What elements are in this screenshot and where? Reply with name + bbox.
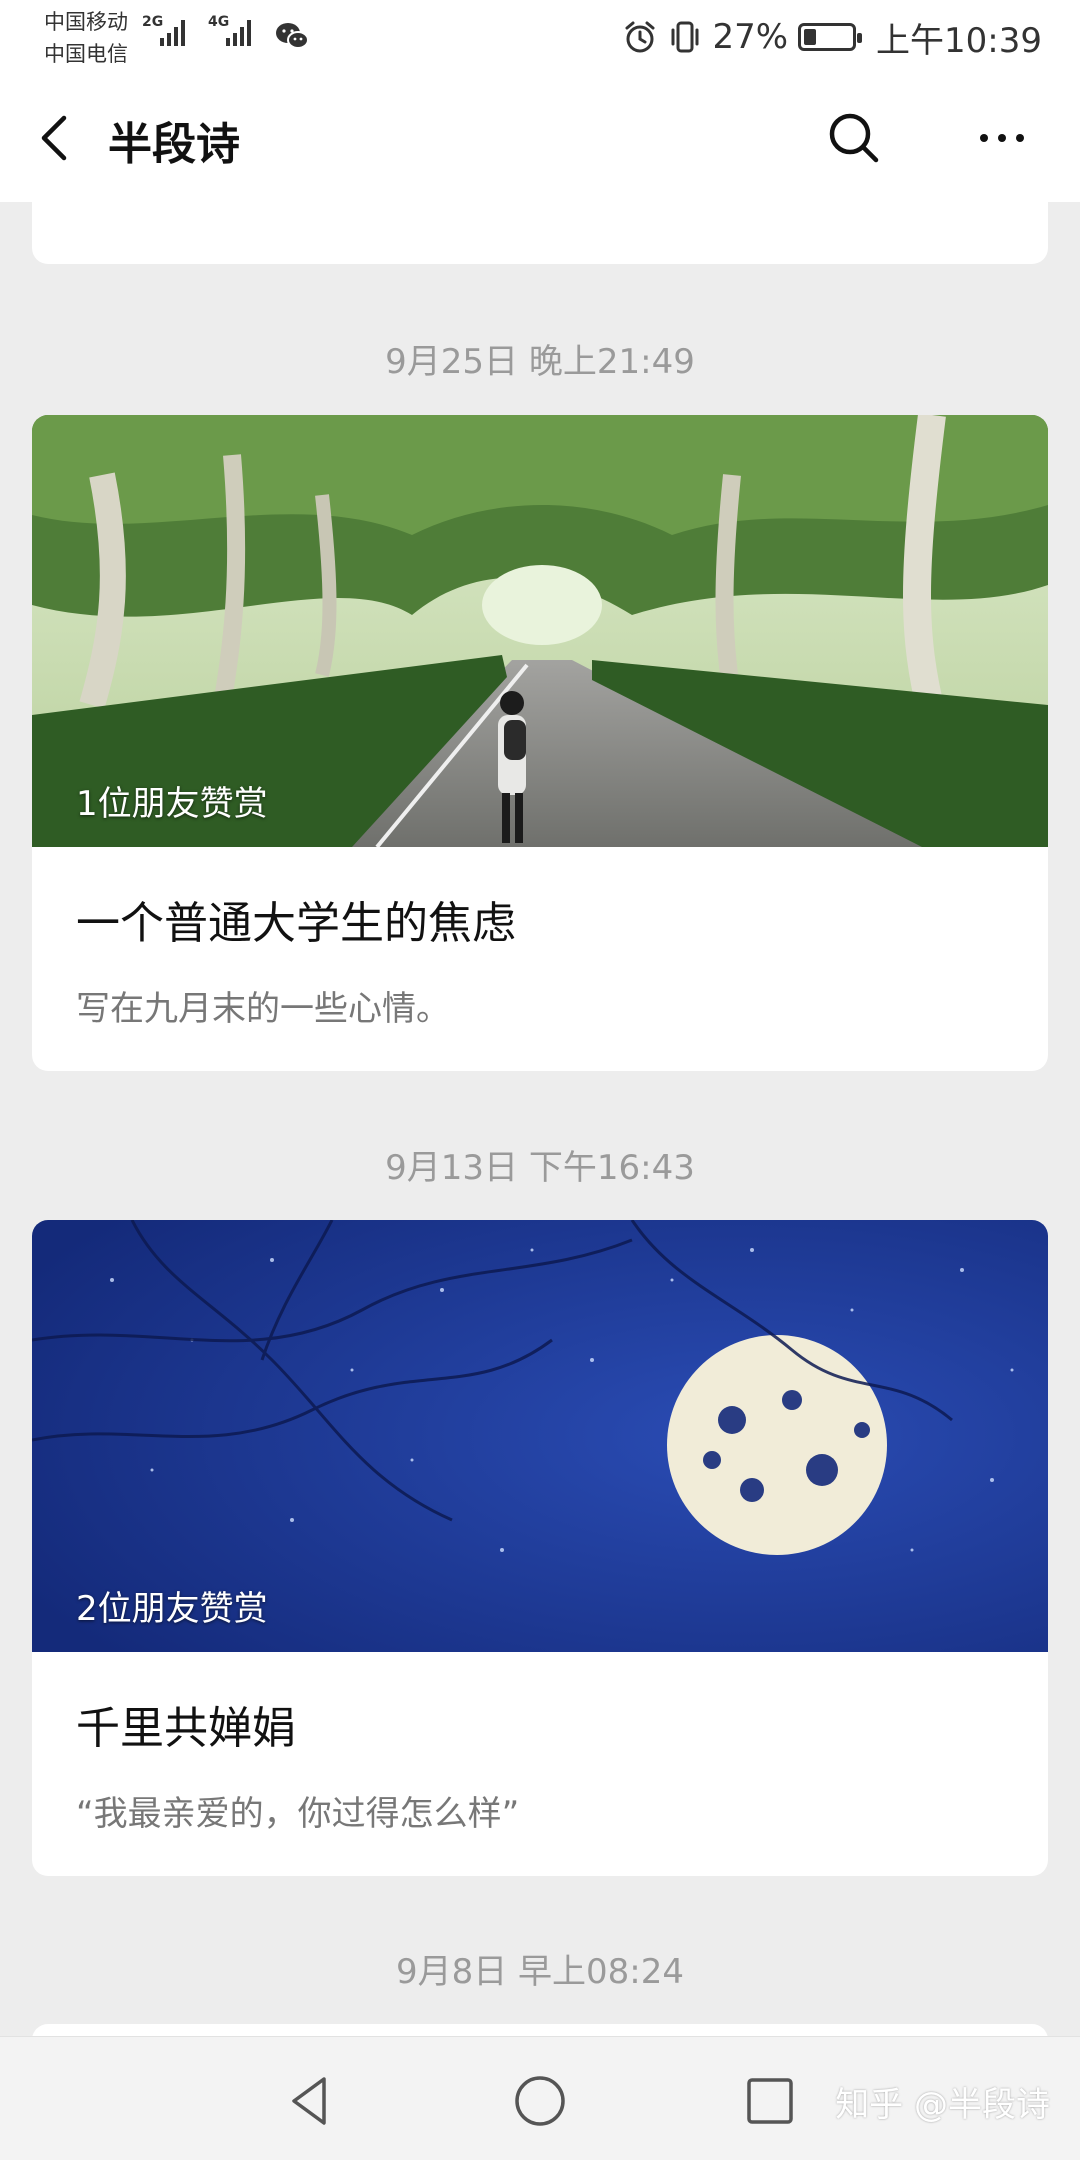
wechat-icon bbox=[276, 23, 309, 49]
carrier-2: 中国电信 bbox=[44, 42, 128, 66]
nav-back-icon[interactable] bbox=[280, 2071, 340, 2131]
date-label: 9月8日 早上08:24 bbox=[395, 1952, 685, 1992]
article-feed: 9月25日 晚上21:49 1位朋友赞赏 一个普通大学生的焦虑 写在九月末的一些… bbox=[0, 202, 1080, 2036]
battery-icon bbox=[798, 23, 863, 51]
article-summary: 写在九月末的一些心情。 bbox=[76, 989, 450, 1029]
signal-bars-icon bbox=[226, 20, 251, 46]
article-title: 千里共婵娟 bbox=[76, 1703, 296, 1754]
back-icon[interactable] bbox=[34, 110, 74, 166]
status-bar: 中国移动 中国电信 2G 4G 27% 上午10:39 bbox=[0, 0, 1080, 74]
article-cover-image: 2位朋友赞赏 bbox=[32, 1220, 1048, 1652]
carrier-1: 中国移动 bbox=[44, 10, 128, 34]
date-label: 9月25日 晚上21:49 bbox=[385, 342, 695, 382]
article-card[interactable]: 2位朋友赞赏 千里共婵娟 “我最亲爱的，你过得怎么样” bbox=[32, 1220, 1048, 1876]
more-icon[interactable] bbox=[972, 108, 1032, 168]
article-card[interactable]: 1位朋友赞赏 一个普通大学生的焦虑 写在九月末的一些心情。 bbox=[32, 415, 1048, 1071]
carrier-list: 中国移动 中国电信 bbox=[44, 6, 128, 70]
appreciation-count: 2位朋友赞赏 bbox=[76, 1589, 268, 1629]
page-title: 半段诗 bbox=[108, 119, 240, 170]
nav-home-icon[interactable] bbox=[510, 2071, 570, 2131]
watermark: 知乎 @半段诗 bbox=[835, 2085, 1050, 2125]
vibrate-icon bbox=[671, 21, 699, 53]
search-icon[interactable] bbox=[824, 108, 884, 168]
system-nav-bar: 知乎 @半段诗 bbox=[0, 2036, 1080, 2160]
alarm-icon bbox=[625, 21, 655, 53]
article-title: 一个普通大学生的焦虑 bbox=[76, 898, 516, 949]
article-summary: “我最亲爱的，你过得怎么样” bbox=[76, 1794, 520, 1834]
article-card-previous[interactable] bbox=[32, 202, 1048, 264]
article-card-next[interactable] bbox=[32, 2024, 1048, 2036]
clock: 上午10:39 bbox=[876, 20, 1042, 61]
nav-recents-icon[interactable] bbox=[740, 2071, 800, 2131]
battery-percent: 27% bbox=[712, 17, 789, 57]
signal-bars-icon bbox=[160, 20, 185, 46]
appreciation-count: 1位朋友赞赏 bbox=[76, 784, 268, 824]
top-app-bar: 半段诗 bbox=[0, 74, 1080, 202]
article-cover-image: 1位朋友赞赏 bbox=[32, 415, 1048, 847]
status-right: 27% 上午10:39 bbox=[622, 12, 1042, 62]
date-label: 9月13日 下午16:43 bbox=[385, 1148, 695, 1188]
